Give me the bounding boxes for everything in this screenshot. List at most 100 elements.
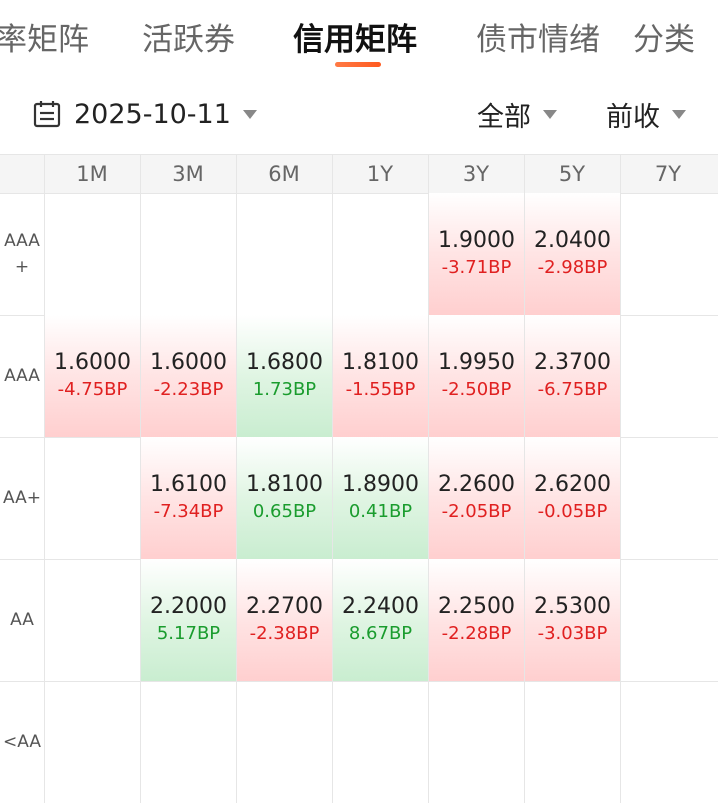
yield-value: 2.5300 — [534, 594, 611, 619]
column-header-3m: 3M — [140, 155, 235, 193]
matrix-cell[interactable]: 1.6000 -4.75BP — [44, 315, 140, 437]
empty-cell — [620, 315, 716, 437]
yield-change: 8.67BP — [348, 623, 413, 644]
row-label: AAA — [4, 366, 40, 386]
yield-value: 2.0400 — [534, 228, 611, 253]
yield-change: -0.05BP — [537, 501, 608, 522]
yield-change: 0.65BP — [252, 501, 317, 522]
yield-change: -3.71BP — [441, 257, 512, 278]
matrix-cell[interactable]: 2.2600 -2.05BP — [428, 437, 524, 559]
yield-change: -3.03BP — [537, 623, 608, 644]
column-header-row: 1M 3M 6M 1Y 3Y 5Y 7Y — [0, 155, 718, 193]
matrix-cell[interactable]: 2.5300 -3.03BP — [524, 559, 620, 681]
date-picker[interactable]: 2025-10-11 — [32, 92, 257, 136]
yield-value: 2.2000 — [150, 594, 227, 619]
row-label: AA+ — [3, 488, 41, 508]
column-header-1m: 1M — [44, 155, 139, 193]
yield-value: 1.8900 — [342, 472, 419, 497]
empty-cell — [524, 681, 620, 803]
tab-credit-matrix[interactable]: 信用矩阵 — [293, 14, 417, 59]
tab-active-bonds[interactable]: 活跃券 — [142, 14, 235, 59]
yield-value: 1.6800 — [246, 350, 323, 375]
yield-value: 2.2700 — [246, 594, 323, 619]
yield-change: -6.75BP — [537, 379, 608, 400]
matrix-cell[interactable]: 2.2500 -2.28BP — [428, 559, 524, 681]
credit-matrix-grid: 1M 3M 6M 1Y 3Y 5Y 7Y AAA + 1.9000 -3.71BP 2.0400 -… — [0, 154, 718, 803]
empty-cell — [44, 437, 140, 559]
yield-change: -2.23BP — [153, 379, 224, 400]
yield-value: 1.6000 — [54, 350, 131, 375]
column-header-7y: 7Y — [620, 155, 715, 193]
matrix-cell[interactable]: 2.2400 8.67BP — [332, 559, 428, 681]
matrix-cell[interactable]: 1.9950 -2.50BP — [428, 315, 524, 437]
matrix-cell[interactable]: 1.8100 -1.55BP — [332, 315, 428, 437]
empty-cell — [620, 193, 716, 315]
scope-value: 全部 — [477, 101, 531, 133]
row-label: <AA — [3, 732, 41, 752]
empty-cell — [620, 437, 716, 559]
yield-value: 1.8100 — [246, 472, 323, 497]
yield-change: -2.50BP — [441, 379, 512, 400]
header-corner — [0, 155, 44, 193]
tab-bar: 率矩阵 活跃券 信用矩阵 债市情绪 分类 — [0, 0, 718, 76]
yield-change: -4.75BP — [57, 379, 128, 400]
yield-change: -2.98BP — [537, 257, 608, 278]
column-header-5y: 5Y — [524, 155, 619, 193]
empty-cell — [236, 681, 332, 803]
empty-cell — [140, 193, 236, 315]
tab-category[interactable]: 分类 — [633, 14, 695, 59]
matrix-cell[interactable]: 1.6000 -2.23BP — [140, 315, 236, 437]
matrix-cell[interactable]: 2.6200 -0.05BP — [524, 437, 620, 559]
yield-change: -2.38BP — [249, 623, 320, 644]
compare-value: 前收 — [606, 101, 660, 133]
tab-rate-matrix[interactable]: 率矩阵 — [0, 14, 89, 59]
yield-value: 2.2600 — [438, 472, 515, 497]
empty-cell — [620, 559, 716, 681]
yield-change: 1.73BP — [252, 379, 317, 400]
yield-change: -2.28BP — [441, 623, 512, 644]
matrix-cell[interactable]: 1.9000 -3.71BP — [428, 193, 524, 315]
empty-cell — [44, 193, 140, 315]
yield-value: 2.6200 — [534, 472, 611, 497]
date-value: 2025-10-11 — [74, 98, 231, 130]
yield-change: 5.17BP — [156, 623, 221, 644]
empty-cell — [44, 681, 140, 803]
row-label: AAA + — [4, 231, 40, 277]
matrix-cell[interactable]: 2.0400 -2.98BP — [524, 193, 620, 315]
empty-cell — [236, 193, 332, 315]
yield-value: 1.6100 — [150, 472, 227, 497]
yield-value: 1.9000 — [438, 228, 515, 253]
chevron-down-icon — [242, 109, 257, 119]
filter-bar: 2025-10-11 全部 前收 — [0, 84, 718, 144]
yield-change: 0.41BP — [348, 501, 413, 522]
matrix-cell[interactable]: 2.3700 -6.75BP — [524, 315, 620, 437]
calendar-icon — [33, 101, 61, 128]
column-header-6m: 6M — [236, 155, 331, 193]
matrix-cell[interactable]: 2.2700 -2.38BP — [236, 559, 332, 681]
yield-change: -7.34BP — [153, 501, 224, 522]
yield-change: -2.05BP — [441, 501, 512, 522]
matrix-cell[interactable]: 2.2000 5.17BP — [140, 559, 236, 681]
column-header-3y: 3Y — [428, 155, 523, 193]
yield-value: 1.8100 — [342, 350, 419, 375]
matrix-cell[interactable]: 1.6100 -7.34BP — [140, 437, 236, 559]
empty-cell — [332, 193, 428, 315]
yield-value: 1.6000 — [150, 350, 227, 375]
matrix-cell[interactable]: 1.6800 1.73BP — [236, 315, 332, 437]
scope-dropdown[interactable]: 全部 — [477, 92, 557, 136]
yield-value: 2.2400 — [342, 594, 419, 619]
empty-cell — [140, 681, 236, 803]
column-header-1y: 1Y — [332, 155, 427, 193]
empty-cell — [332, 681, 428, 803]
tab-bond-sentiment[interactable]: 债市情绪 — [476, 14, 600, 59]
compare-dropdown[interactable]: 前收 — [606, 92, 686, 136]
yield-value: 1.9950 — [438, 350, 515, 375]
matrix-cell[interactable]: 1.8100 0.65BP — [236, 437, 332, 559]
yield-value: 2.2500 — [438, 594, 515, 619]
empty-cell — [620, 681, 716, 803]
empty-cell — [44, 559, 140, 681]
active-tab-indicator — [335, 62, 381, 67]
row-label: AA — [10, 610, 34, 630]
matrix-cell[interactable]: 1.8900 0.41BP — [332, 437, 428, 559]
yield-value: 2.3700 — [534, 350, 611, 375]
